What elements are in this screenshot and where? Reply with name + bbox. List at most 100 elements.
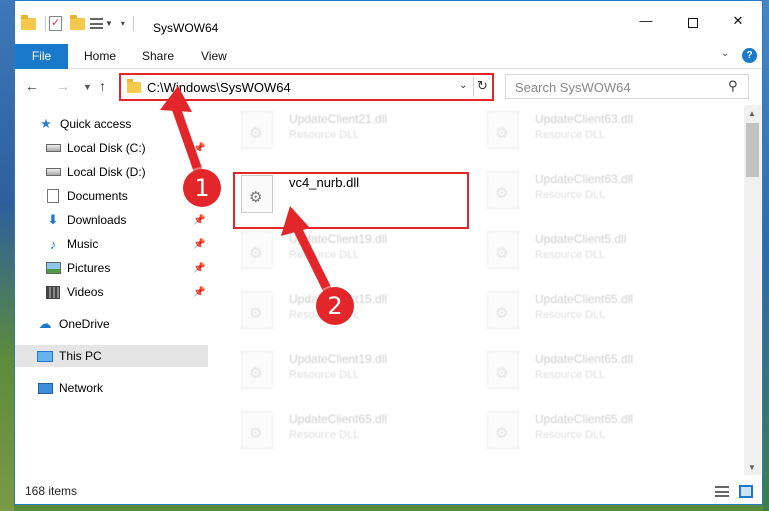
help-icon[interactable]: ? bbox=[742, 48, 757, 63]
dll-file-icon bbox=[241, 291, 273, 329]
star-icon: ★ bbox=[40, 116, 52, 131]
sidebar-item-label: Downloads bbox=[67, 213, 127, 227]
file-type: Resource DLL bbox=[289, 369, 360, 381]
pin-icon[interactable]: 📌 bbox=[193, 143, 205, 154]
navigation-pane: ★ Quick access Local Disk (C:) 📌 Local D… bbox=[15, 105, 208, 475]
expand-ribbon-icon[interactable]: ⌄ bbox=[721, 48, 729, 59]
details-view-icon[interactable] bbox=[715, 486, 729, 497]
file-type: Resource DLL bbox=[535, 189, 606, 201]
file-name: UpdateClient65.dll bbox=[535, 292, 634, 306]
toolbar-divider bbox=[132, 15, 134, 31]
file-type: Resource DLL bbox=[289, 429, 360, 441]
pictures-icon bbox=[45, 260, 61, 276]
sidebar-item-local-disk-d[interactable]: Local Disk (D:) bbox=[15, 161, 208, 183]
sidebar-item-videos[interactable]: Videos 📌 bbox=[15, 281, 208, 303]
large-icons-view-icon[interactable] bbox=[739, 485, 753, 498]
file-item[interactable]: UpdateClient65.dll Resource DLL bbox=[469, 285, 709, 335]
documents-icon bbox=[45, 188, 61, 204]
close-button[interactable]: ✕ bbox=[715, 13, 761, 43]
pin-icon[interactable]: 📌 bbox=[193, 263, 205, 274]
sidebar-item-label: Documents bbox=[67, 189, 128, 203]
recent-locations-icon[interactable]: ▼ bbox=[83, 82, 92, 92]
search-input[interactable]: Search SysWOW64 ⚲ bbox=[505, 74, 749, 99]
status-bar: 168 items bbox=[15, 477, 762, 504]
search-icon[interactable]: ⚲ bbox=[728, 78, 738, 94]
properties-icon[interactable] bbox=[49, 15, 62, 31]
vertical-scrollbar[interactable]: ▲ ▼ bbox=[744, 105, 761, 475]
dll-file-icon bbox=[487, 411, 519, 449]
customize-toolbar-icon[interactable]: ▾ bbox=[121, 19, 125, 28]
sidebar-item-documents[interactable]: Documents 📌 bbox=[15, 185, 208, 207]
item-count: 168 items bbox=[25, 484, 78, 498]
sidebar-item-downloads[interactable]: ⬇ Downloads 📌 bbox=[15, 209, 208, 231]
maximize-button[interactable] bbox=[670, 13, 716, 43]
dll-file-icon bbox=[241, 111, 273, 149]
file-item[interactable]: UpdateClient65.dll Resource DLL bbox=[469, 405, 709, 455]
file-name: UpdateClient63.dll bbox=[535, 112, 634, 126]
sidebar-item-network[interactable]: Network bbox=[15, 377, 208, 399]
ribbon-tabs: File Home Share View ⌄ ? bbox=[15, 43, 762, 69]
file-type: Resource DLL bbox=[535, 369, 606, 381]
up-arrow-icon[interactable]: ↑ bbox=[99, 78, 106, 94]
sidebar-item-music[interactable]: ♪ Music 📌 bbox=[15, 233, 208, 255]
file-list: UpdateClient21.dll Resource DLL vc4_nurb… bbox=[223, 105, 742, 475]
tab-home[interactable]: Home bbox=[84, 44, 116, 69]
pin-icon[interactable]: 📌 bbox=[193, 287, 205, 298]
file-item[interactable]: UpdateClient63.dll Resource DLL bbox=[469, 165, 709, 215]
tab-view[interactable]: View bbox=[201, 44, 227, 69]
desktop-background-right bbox=[763, 0, 769, 511]
file-type: Resource DLL bbox=[535, 249, 606, 261]
back-arrow-icon[interactable]: ← bbox=[25, 78, 39, 94]
desktop-background bbox=[0, 0, 14, 511]
new-folder-icon[interactable] bbox=[70, 15, 86, 31]
address-path[interactable]: C:\Windows\SysWOW64 bbox=[147, 80, 291, 95]
tab-share[interactable]: Share bbox=[142, 44, 174, 69]
file-item[interactable]: UpdateClient63.dll Resource DLL bbox=[469, 105, 709, 155]
step-2-badge: 2 bbox=[316, 287, 354, 325]
this-pc-icon bbox=[37, 348, 53, 364]
dll-file-icon bbox=[487, 171, 519, 209]
file-item[interactable]: UpdateClient21.dll Resource DLL bbox=[223, 105, 463, 155]
file-item[interactable]: UpdateClient19.dll Resource DLL bbox=[223, 225, 463, 275]
dll-file-icon bbox=[487, 231, 519, 269]
minimize-button[interactable]: — bbox=[623, 13, 669, 43]
onedrive-icon: ☁ bbox=[38, 316, 52, 331]
file-name: UpdateClient63.dll bbox=[535, 172, 634, 186]
toolbar-divider bbox=[45, 15, 46, 31]
refresh-icon[interactable]: ↻ bbox=[477, 78, 488, 94]
network-icon bbox=[37, 380, 53, 396]
file-name: UpdateClient5.dll bbox=[535, 232, 627, 246]
view-options-icon[interactable] bbox=[90, 17, 103, 29]
sidebar-item-label: This PC bbox=[59, 349, 102, 363]
file-item[interactable]: UpdateClient65.dll Resource DLL bbox=[223, 405, 463, 455]
scroll-thumb[interactable] bbox=[746, 123, 759, 177]
file-type: Resource DLL bbox=[535, 429, 606, 441]
address-divider bbox=[473, 77, 474, 97]
pin-icon[interactable]: 📌 bbox=[193, 215, 205, 226]
chevron-down-icon[interactable]: ⌄ bbox=[459, 80, 467, 91]
sidebar-item-quick-access[interactable]: ★ Quick access bbox=[15, 113, 208, 135]
sidebar-item-this-pc[interactable]: This PC bbox=[15, 345, 208, 367]
file-item[interactable]: UpdateClient19.dll Resource DLL bbox=[223, 345, 463, 395]
sidebar-item-onedrive[interactable]: ☁ OneDrive bbox=[15, 313, 208, 335]
drive-icon bbox=[45, 140, 61, 156]
step-1-badge: 1 bbox=[183, 169, 221, 207]
file-name: UpdateClient65.dll bbox=[535, 352, 634, 366]
chevron-down-icon[interactable]: ▼ bbox=[105, 19, 113, 28]
scroll-up-icon[interactable]: ▲ bbox=[748, 109, 756, 118]
file-type: Resource DLL bbox=[289, 249, 360, 261]
address-bar[interactable]: C:\Windows\SysWOW64 ⌄ ↻ bbox=[119, 73, 494, 101]
sidebar-item-local-disk-c[interactable]: Local Disk (C:) 📌 bbox=[15, 137, 208, 159]
file-item[interactable]: UpdateClient65.dll Resource DLL bbox=[469, 345, 709, 395]
dll-file-icon bbox=[487, 351, 519, 389]
explorer-window: ▼ ▾ SysWOW64 — ✕ File Home Share View ⌄ … bbox=[14, 0, 763, 505]
tab-file[interactable]: File bbox=[15, 44, 68, 69]
forward-arrow-icon[interactable]: → bbox=[56, 78, 70, 94]
pin-icon[interactable]: 📌 bbox=[193, 239, 205, 250]
scroll-down-icon[interactable]: ▼ bbox=[748, 463, 756, 472]
file-item[interactable]: UpdateClient5.dll Resource DLL bbox=[469, 225, 709, 275]
sidebar-item-pictures[interactable]: Pictures 📌 bbox=[15, 257, 208, 279]
sidebar-item-label: Music bbox=[67, 237, 99, 251]
downloads-icon: ⬇ bbox=[47, 212, 59, 227]
dll-file-icon bbox=[241, 351, 273, 389]
